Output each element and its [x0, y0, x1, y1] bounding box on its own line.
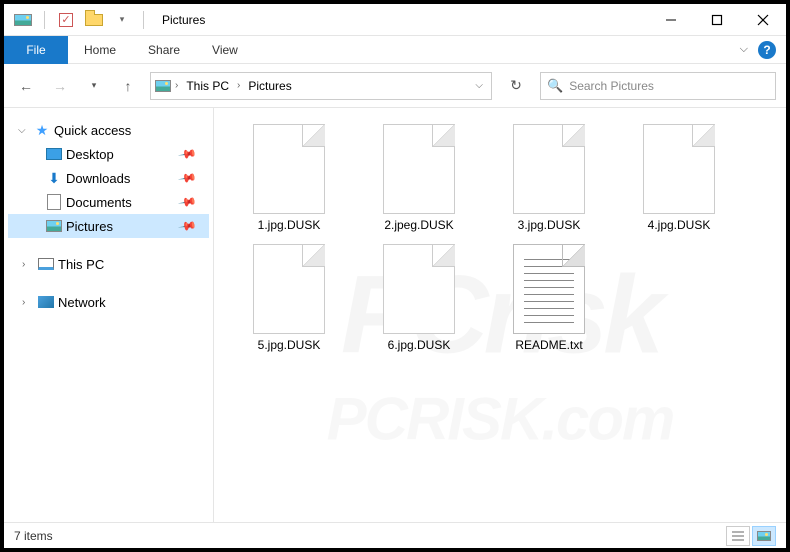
- explorer-window: ✓ ▾ Pictures File Home Share View ⌵ ? ← …: [4, 4, 786, 548]
- pin-icon: 📌: [177, 216, 197, 236]
- file-icon: [383, 244, 455, 334]
- icons-view-button[interactable]: [752, 526, 776, 546]
- file-name: 6.jpg.DUSK: [388, 338, 451, 352]
- pictures-icon: [46, 218, 62, 234]
- details-view-button[interactable]: [726, 526, 750, 546]
- file-item[interactable]: 3.jpg.DUSK: [494, 124, 604, 232]
- nav-this-pc[interactable]: › This PC: [8, 252, 209, 276]
- pin-icon: 📌: [177, 144, 197, 164]
- star-icon: ★: [34, 122, 50, 138]
- file-item[interactable]: 4.jpg.DUSK: [624, 124, 734, 232]
- breadcrumb-pictures[interactable]: Pictures: [244, 79, 295, 93]
- search-input[interactable]: 🔍 Search Pictures: [540, 72, 776, 100]
- search-placeholder: Search Pictures: [569, 79, 654, 93]
- nav-network[interactable]: › Network: [8, 290, 209, 314]
- body: ⌵ ★ Quick access Desktop 📌 ⬇ Downloads 📌…: [4, 108, 786, 522]
- separator: [143, 11, 144, 29]
- network-icon: [38, 294, 54, 310]
- ribbon: File Home Share View ⌵ ?: [4, 36, 786, 64]
- navigation-pane: ⌵ ★ Quick access Desktop 📌 ⬇ Downloads 📌…: [4, 108, 214, 522]
- item-count: 7 items: [14, 529, 53, 543]
- nav-quick-access[interactable]: ⌵ ★ Quick access: [8, 118, 209, 142]
- quick-access-toolbar: ✓ ▾ Pictures: [4, 9, 205, 31]
- nav-downloads[interactable]: ⬇ Downloads 📌: [8, 166, 209, 190]
- file-item[interactable]: README.txt: [494, 244, 604, 352]
- file-name: 3.jpg.DUSK: [518, 218, 581, 232]
- minimize-button[interactable]: [648, 4, 694, 36]
- file-icon: [643, 124, 715, 214]
- properties-icon[interactable]: ✓: [55, 9, 77, 31]
- file-name: 4.jpg.DUSK: [648, 218, 711, 232]
- file-item[interactable]: 1.jpg.DUSK: [234, 124, 344, 232]
- maximize-button[interactable]: [694, 4, 740, 36]
- document-icon: [46, 194, 62, 210]
- search-icon: 🔍: [547, 78, 563, 94]
- separator: [44, 11, 45, 29]
- window-title: Pictures: [162, 13, 205, 27]
- status-bar: 7 items: [4, 522, 786, 548]
- help-icon[interactable]: ?: [758, 41, 776, 59]
- nav-documents[interactable]: Documents 📌: [8, 190, 209, 214]
- tab-home[interactable]: Home: [68, 36, 132, 64]
- nav-pictures[interactable]: Pictures 📌: [8, 214, 209, 238]
- pin-icon: 📌: [177, 168, 197, 188]
- file-icon: [253, 244, 325, 334]
- chevron-right-icon[interactable]: ›: [22, 297, 34, 308]
- file-item[interactable]: 2.jpeg.DUSK: [364, 124, 474, 232]
- txt-file-icon: [513, 244, 585, 334]
- back-button[interactable]: ←: [14, 74, 38, 98]
- address-bar-row: ← → ▾ ↑ › This PC › Pictures ⌵ ↻ 🔍 Searc…: [4, 64, 786, 108]
- download-icon: ⬇: [46, 170, 62, 186]
- pin-icon: 📌: [177, 192, 197, 212]
- file-name: 2.jpeg.DUSK: [384, 218, 453, 232]
- new-folder-icon[interactable]: [83, 9, 105, 31]
- pc-icon: [38, 256, 54, 272]
- forward-button[interactable]: →: [48, 74, 72, 98]
- chevron-right-icon[interactable]: ›: [235, 80, 242, 91]
- file-icon: [253, 124, 325, 214]
- ribbon-expand-icon[interactable]: ⌵: [740, 43, 748, 56]
- file-icon: [513, 124, 585, 214]
- breadcrumb-this-pc[interactable]: This PC: [182, 79, 233, 93]
- breadcrumb[interactable]: › This PC › Pictures ⌵: [150, 72, 492, 100]
- titlebar: ✓ ▾ Pictures: [4, 4, 786, 36]
- chevron-down-icon[interactable]: ⌵: [18, 125, 30, 136]
- location-icon: [155, 78, 171, 94]
- chevron-right-icon[interactable]: ›: [22, 259, 34, 270]
- content-pane[interactable]: PCrisk PCRISK.com 1.jpg.DUSK 2.jpeg.DUSK…: [214, 108, 786, 522]
- refresh-button[interactable]: ↻: [502, 72, 530, 100]
- file-item[interactable]: 6.jpg.DUSK: [364, 244, 474, 352]
- file-menu[interactable]: File: [4, 36, 68, 64]
- app-icon: [12, 9, 34, 31]
- up-button[interactable]: ↑: [116, 74, 140, 98]
- file-name: 5.jpg.DUSK: [258, 338, 321, 352]
- recent-dropdown-icon[interactable]: ▾: [82, 74, 106, 98]
- nav-desktop[interactable]: Desktop 📌: [8, 142, 209, 166]
- tab-share[interactable]: Share: [132, 36, 196, 64]
- file-name: 1.jpg.DUSK: [258, 218, 321, 232]
- close-button[interactable]: [740, 4, 786, 36]
- file-name: README.txt: [515, 338, 582, 352]
- watermark-url: PCRISK.com: [327, 384, 674, 453]
- file-icon: [383, 124, 455, 214]
- tab-view[interactable]: View: [196, 36, 254, 64]
- desktop-icon: [46, 146, 62, 162]
- window-controls: [648, 4, 786, 36]
- chevron-right-icon[interactable]: ›: [173, 80, 180, 91]
- address-dropdown-icon[interactable]: ⌵: [475, 80, 487, 91]
- qat-dropdown-icon[interactable]: ▾: [111, 9, 133, 31]
- file-item[interactable]: 5.jpg.DUSK: [234, 244, 344, 352]
